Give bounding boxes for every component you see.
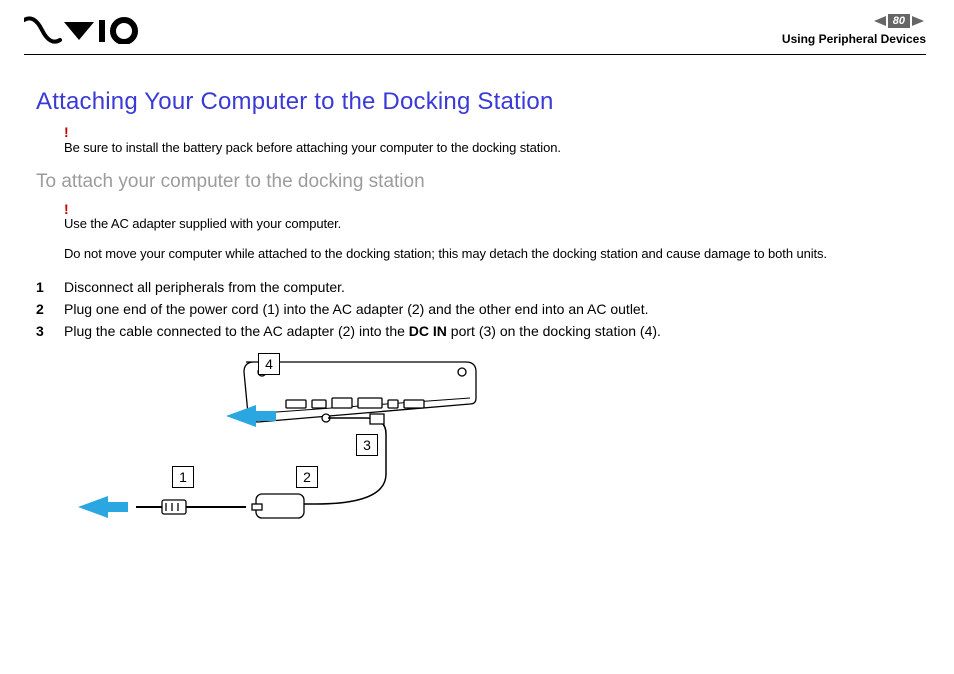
figure-callout-3: 3 bbox=[356, 434, 378, 456]
figure-callout-2: 2 bbox=[296, 466, 318, 488]
warning-icon: ! bbox=[64, 203, 918, 216]
step-text-1: Disconnect all peripherals from the comp… bbox=[64, 277, 345, 299]
warning-text-1: Be sure to install the battery pack befo… bbox=[64, 140, 561, 155]
warning-text-2: Use the AC adapter supplied with your co… bbox=[64, 216, 341, 231]
step3-bold: DC IN bbox=[409, 323, 447, 339]
figure-callout-1: 1 bbox=[172, 466, 194, 488]
figure-callout-4: 4 bbox=[258, 353, 280, 375]
step3-part1: Plug the cable connected to the AC adapt… bbox=[64, 323, 409, 339]
step3-tail: port (3) on the docking station (4). bbox=[447, 323, 661, 339]
step-number: 1 bbox=[36, 277, 50, 299]
nav-prev-icon[interactable] bbox=[872, 14, 888, 28]
header-rule bbox=[24, 54, 926, 55]
step-text-3: Plug the cable connected to the AC adapt… bbox=[64, 321, 661, 343]
nav-next-icon[interactable] bbox=[910, 14, 926, 28]
page-number-badge: 80 bbox=[888, 14, 910, 28]
warning-icon: ! bbox=[64, 126, 918, 139]
vaio-logo bbox=[24, 16, 144, 44]
warning-text-3: Do not move your computer while attached… bbox=[64, 246, 827, 261]
step-number: 3 bbox=[36, 321, 50, 343]
section-subtitle: To attach your computer to the docking s… bbox=[36, 171, 918, 193]
breadcrumb: Using Peripheral Devices bbox=[782, 32, 926, 46]
step-text-2: Plug one end of the power cord (1) into … bbox=[64, 299, 649, 321]
step-number: 2 bbox=[36, 299, 50, 321]
docking-station-figure: 4 3 2 1 bbox=[66, 354, 486, 564]
page-title: Attaching Your Computer to the Docking S… bbox=[36, 88, 918, 116]
